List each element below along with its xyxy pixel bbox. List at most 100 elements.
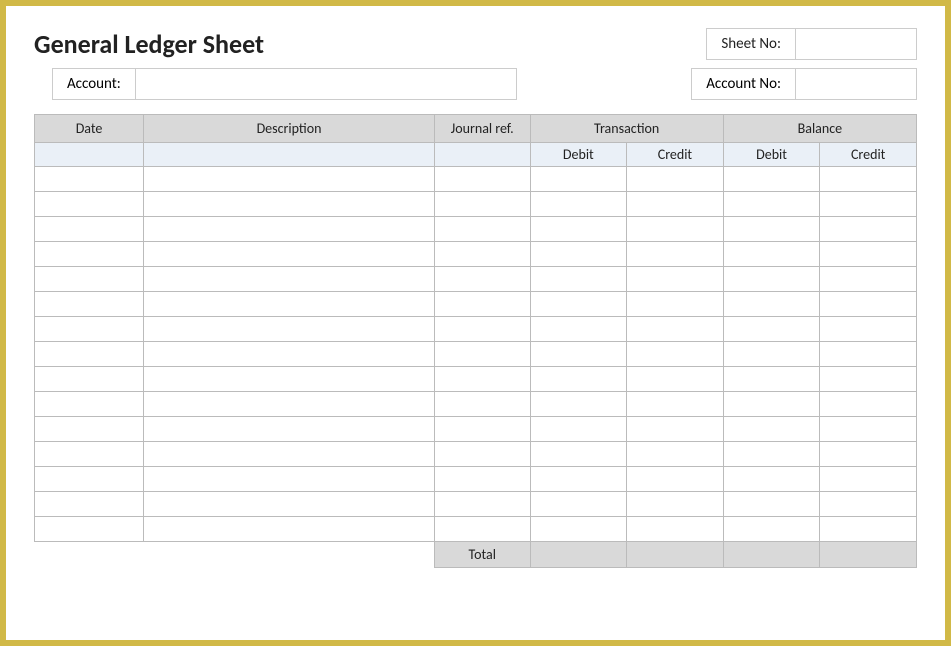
cell-date[interactable] — [35, 292, 144, 317]
cell-trans_credit[interactable] — [627, 517, 724, 542]
cell-trans_debit[interactable] — [530, 217, 627, 242]
cell-trans_credit[interactable] — [627, 342, 724, 367]
cell-description[interactable] — [144, 392, 435, 417]
cell-trans_debit[interactable] — [530, 292, 627, 317]
cell-bal_debit[interactable] — [723, 417, 820, 442]
cell-journal_ref[interactable] — [434, 467, 530, 492]
cell-date[interactable] — [35, 217, 144, 242]
cell-description[interactable] — [144, 167, 435, 192]
cell-journal_ref[interactable] — [434, 217, 530, 242]
cell-date[interactable] — [35, 192, 144, 217]
cell-bal_credit[interactable] — [820, 317, 917, 342]
cell-journal_ref[interactable] — [434, 367, 530, 392]
cell-trans_credit[interactable] — [627, 217, 724, 242]
cell-trans_debit[interactable] — [530, 517, 627, 542]
cell-description[interactable] — [144, 417, 435, 442]
cell-bal_debit[interactable] — [723, 292, 820, 317]
cell-bal_credit[interactable] — [820, 217, 917, 242]
cell-description[interactable] — [144, 242, 435, 267]
account-value[interactable] — [136, 69, 516, 99]
cell-bal_debit[interactable] — [723, 217, 820, 242]
cell-date[interactable] — [35, 392, 144, 417]
cell-description[interactable] — [144, 517, 435, 542]
cell-trans_credit[interactable] — [627, 442, 724, 467]
cell-journal_ref[interactable] — [434, 167, 530, 192]
cell-bal_debit[interactable] — [723, 192, 820, 217]
cell-description[interactable] — [144, 492, 435, 517]
cell-date[interactable] — [35, 342, 144, 367]
cell-bal_credit[interactable] — [820, 342, 917, 367]
cell-trans_debit[interactable] — [530, 342, 627, 367]
cell-trans_credit[interactable] — [627, 417, 724, 442]
cell-bal_debit[interactable] — [723, 167, 820, 192]
cell-date[interactable] — [35, 317, 144, 342]
cell-trans_debit[interactable] — [530, 392, 627, 417]
cell-bal_credit[interactable] — [820, 367, 917, 392]
cell-journal_ref[interactable] — [434, 517, 530, 542]
cell-bal_credit[interactable] — [820, 167, 917, 192]
cell-trans_debit[interactable] — [530, 267, 627, 292]
cell-journal_ref[interactable] — [434, 242, 530, 267]
cell-journal_ref[interactable] — [434, 442, 530, 467]
cell-trans_credit[interactable] — [627, 492, 724, 517]
cell-bal_debit[interactable] — [723, 492, 820, 517]
cell-description[interactable] — [144, 267, 435, 292]
cell-trans_debit[interactable] — [530, 467, 627, 492]
cell-date[interactable] — [35, 417, 144, 442]
cell-description[interactable] — [144, 217, 435, 242]
cell-bal_debit[interactable] — [723, 467, 820, 492]
cell-trans_credit[interactable] — [627, 367, 724, 392]
cell-trans_debit[interactable] — [530, 417, 627, 442]
cell-date[interactable] — [35, 442, 144, 467]
cell-trans_credit[interactable] — [627, 392, 724, 417]
cell-journal_ref[interactable] — [434, 392, 530, 417]
cell-bal_credit[interactable] — [820, 192, 917, 217]
cell-date[interactable] — [35, 492, 144, 517]
cell-description[interactable] — [144, 342, 435, 367]
cell-description[interactable] — [144, 292, 435, 317]
cell-journal_ref[interactable] — [434, 417, 530, 442]
cell-bal_credit[interactable] — [820, 467, 917, 492]
cell-bal_credit[interactable] — [820, 267, 917, 292]
cell-description[interactable] — [144, 317, 435, 342]
cell-date[interactable] — [35, 242, 144, 267]
cell-date[interactable] — [35, 267, 144, 292]
cell-trans_credit[interactable] — [627, 467, 724, 492]
cell-bal_debit[interactable] — [723, 242, 820, 267]
cell-bal_debit[interactable] — [723, 442, 820, 467]
cell-bal_debit[interactable] — [723, 267, 820, 292]
cell-bal_debit[interactable] — [723, 392, 820, 417]
cell-description[interactable] — [144, 442, 435, 467]
cell-description[interactable] — [144, 192, 435, 217]
cell-bal_credit[interactable] — [820, 517, 917, 542]
cell-date[interactable] — [35, 367, 144, 392]
cell-trans_debit[interactable] — [530, 317, 627, 342]
cell-trans_credit[interactable] — [627, 192, 724, 217]
cell-description[interactable] — [144, 367, 435, 392]
cell-bal_credit[interactable] — [820, 492, 917, 517]
cell-bal_debit[interactable] — [723, 317, 820, 342]
cell-trans_credit[interactable] — [627, 167, 724, 192]
sheet-no-value[interactable] — [796, 29, 916, 59]
cell-trans_credit[interactable] — [627, 267, 724, 292]
cell-trans_credit[interactable] — [627, 317, 724, 342]
cell-journal_ref[interactable] — [434, 317, 530, 342]
account-no-value[interactable] — [796, 69, 916, 99]
cell-date[interactable] — [35, 467, 144, 492]
cell-bal_credit[interactable] — [820, 242, 917, 267]
cell-bal_credit[interactable] — [820, 442, 917, 467]
cell-journal_ref[interactable] — [434, 192, 530, 217]
cell-trans_debit[interactable] — [530, 167, 627, 192]
cell-bal_credit[interactable] — [820, 292, 917, 317]
cell-journal_ref[interactable] — [434, 492, 530, 517]
cell-trans_debit[interactable] — [530, 367, 627, 392]
cell-date[interactable] — [35, 517, 144, 542]
cell-bal_credit[interactable] — [820, 392, 917, 417]
cell-trans_debit[interactable] — [530, 492, 627, 517]
cell-trans_debit[interactable] — [530, 442, 627, 467]
cell-trans_credit[interactable] — [627, 242, 724, 267]
cell-date[interactable] — [35, 167, 144, 192]
cell-journal_ref[interactable] — [434, 267, 530, 292]
cell-trans_debit[interactable] — [530, 242, 627, 267]
cell-bal_debit[interactable] — [723, 367, 820, 392]
